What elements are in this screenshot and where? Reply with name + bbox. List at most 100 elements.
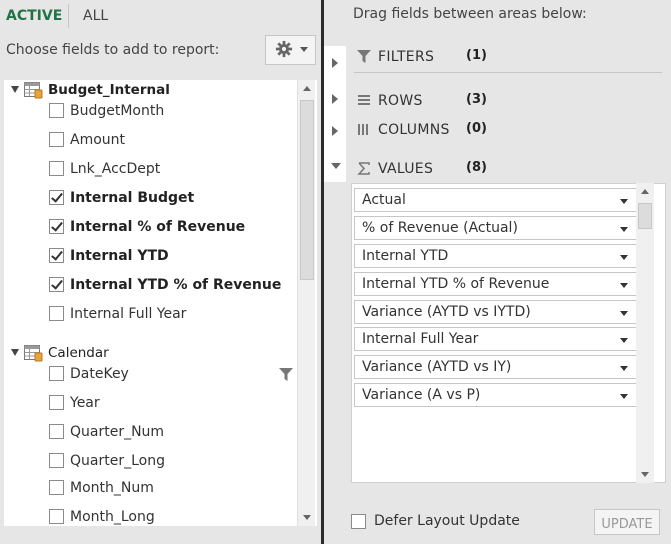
field-item[interactable]: Internal Budget xyxy=(4,186,294,210)
area-label: ROWS xyxy=(378,93,423,109)
chevron-down-icon[interactable] xyxy=(620,227,628,232)
chevron-down-icon[interactable] xyxy=(620,394,628,399)
values-scrollbar[interactable] xyxy=(636,183,654,483)
chevron-down-icon[interactable] xyxy=(620,255,628,260)
field-checkbox[interactable] xyxy=(49,509,64,524)
field-label: Quarter_Long xyxy=(70,453,165,469)
scroll-thumb[interactable] xyxy=(300,100,314,280)
field-checkbox[interactable] xyxy=(49,161,64,176)
area-columns[interactable]: COLUMNS (0) xyxy=(354,119,664,141)
field-checkbox[interactable] xyxy=(49,248,64,263)
field-checkbox[interactable] xyxy=(49,424,64,439)
chevron-down-icon[interactable] xyxy=(620,199,628,204)
field-item[interactable]: Internal Full Year xyxy=(4,302,294,326)
choose-fields-label: Choose fields to add to report: xyxy=(6,42,220,58)
field-item[interactable]: Internal YTD % of Revenue xyxy=(4,273,294,297)
field-item[interactable]: Internal YTD xyxy=(4,244,294,268)
area-values[interactable]: VALUES (8) xyxy=(354,158,664,180)
chevron-down-icon xyxy=(300,47,308,52)
field-item[interactable]: BudgetMonth xyxy=(4,99,294,123)
defer-layout-label: Defer Layout Update xyxy=(374,513,520,529)
field-item[interactable]: Year xyxy=(4,391,294,415)
field-label: Month_Num xyxy=(70,480,154,496)
scroll-up-icon[interactable] xyxy=(298,80,316,98)
tab-separator xyxy=(68,4,69,28)
field-checkbox[interactable] xyxy=(49,103,64,118)
field-checkbox[interactable] xyxy=(49,306,64,321)
field-item[interactable]: DateKey xyxy=(4,362,294,386)
sigma-icon xyxy=(357,162,370,175)
drag-fields-label: Drag fields between areas below: xyxy=(353,6,587,22)
columns-icon xyxy=(358,124,368,135)
chevron-down-icon[interactable] xyxy=(620,311,628,316)
table-name: Budget_Internal xyxy=(48,82,170,98)
area-count: (3) xyxy=(466,92,487,107)
field-item[interactable]: Month_Num xyxy=(4,476,294,500)
value-field-item[interactable]: Internal YTD % of Revenue xyxy=(354,272,638,296)
tab-active[interactable]: ACTIVE xyxy=(6,8,62,24)
field-item[interactable]: Internal % of Revenue xyxy=(4,215,294,239)
scroll-thumb[interactable] xyxy=(638,203,652,229)
collapse-arrow-icon[interactable] xyxy=(11,349,19,356)
update-button[interactable]: UPDATE xyxy=(594,509,660,535)
value-field-item[interactable]: Variance (AYTD vs IY) xyxy=(354,355,638,379)
value-field-item[interactable]: % of Revenue (Actual) xyxy=(354,216,638,240)
expand-filters-icon[interactable] xyxy=(332,58,338,68)
value-field-label: Actual xyxy=(362,192,406,208)
value-field-label: % of Revenue (Actual) xyxy=(362,220,518,236)
collapse-arrow-icon[interactable] xyxy=(11,86,19,93)
areas-panel: Drag fields between areas below: FILTERS… xyxy=(324,0,671,544)
field-checkbox[interactable] xyxy=(49,480,64,495)
field-item[interactable]: Quarter_Num xyxy=(4,420,294,444)
gear-icon xyxy=(275,40,293,58)
field-item[interactable]: Quarter_Long xyxy=(4,449,294,473)
defer-layout-checkbox[interactable] xyxy=(351,514,366,529)
value-field-item[interactable]: Variance (A vs P) xyxy=(354,383,638,407)
value-field-item[interactable]: Internal YTD xyxy=(354,244,638,268)
field-label: BudgetMonth xyxy=(70,103,165,119)
field-item[interactable]: Amount xyxy=(4,128,294,152)
area-filters[interactable]: FILTERS (1) xyxy=(354,46,664,68)
field-label: Lnk_AccDept xyxy=(70,161,161,177)
field-checkbox[interactable] xyxy=(49,132,64,147)
value-field-label: Internal YTD % of Revenue xyxy=(362,276,550,292)
value-field-label: Variance (AYTD vs IY) xyxy=(362,359,512,375)
field-label: Amount xyxy=(70,132,126,148)
field-item[interactable]: Lnk_AccDept xyxy=(4,157,294,181)
field-label: Month_Long xyxy=(70,509,155,525)
field-checkbox[interactable] xyxy=(49,277,64,292)
table-icon xyxy=(24,82,43,99)
field-checkbox[interactable] xyxy=(49,219,64,234)
value-field-item[interactable]: Internal Full Year xyxy=(354,327,638,351)
field-checkbox[interactable] xyxy=(49,453,64,468)
chevron-down-icon[interactable] xyxy=(620,366,628,371)
values-area-list: Actual % of Revenue (Actual) Internal YT… xyxy=(351,183,666,483)
area-rows[interactable]: ROWS (3) xyxy=(354,90,664,112)
field-item[interactable]: Month_Long xyxy=(4,505,294,526)
scroll-down-icon[interactable] xyxy=(636,465,654,483)
value-field-item[interactable]: Actual xyxy=(354,188,638,212)
value-field-item[interactable]: Variance (AYTD vs IYTD) xyxy=(354,300,638,324)
field-checkbox[interactable] xyxy=(49,395,64,410)
field-label: DateKey xyxy=(70,366,129,382)
field-checkbox[interactable] xyxy=(49,366,64,381)
scroll-down-icon[interactable] xyxy=(298,508,316,526)
settings-button[interactable] xyxy=(265,35,316,65)
tab-bar: ACTIVE ALL xyxy=(0,0,321,32)
chevron-down-icon[interactable] xyxy=(620,338,628,343)
field-list-scrollbar[interactable] xyxy=(297,80,315,526)
field-label: Internal Budget xyxy=(70,190,195,206)
table-icon xyxy=(24,345,43,362)
area-count: (8) xyxy=(466,160,487,175)
tab-all[interactable]: ALL xyxy=(83,8,108,24)
scroll-up-icon[interactable] xyxy=(636,183,654,201)
expand-rows-icon[interactable] xyxy=(332,94,338,104)
field-list-panel: ACTIVE ALL Choose fields to add to repor… xyxy=(0,0,321,544)
collapse-values-icon[interactable] xyxy=(331,163,341,169)
chevron-down-icon[interactable] xyxy=(620,283,628,288)
expand-columns-icon[interactable] xyxy=(332,126,338,136)
field-label: Internal % of Revenue xyxy=(70,219,246,235)
field-label: Quarter_Num xyxy=(70,424,165,440)
field-checkbox[interactable] xyxy=(49,190,64,205)
value-field-label: Variance (AYTD vs IYTD) xyxy=(362,304,531,320)
